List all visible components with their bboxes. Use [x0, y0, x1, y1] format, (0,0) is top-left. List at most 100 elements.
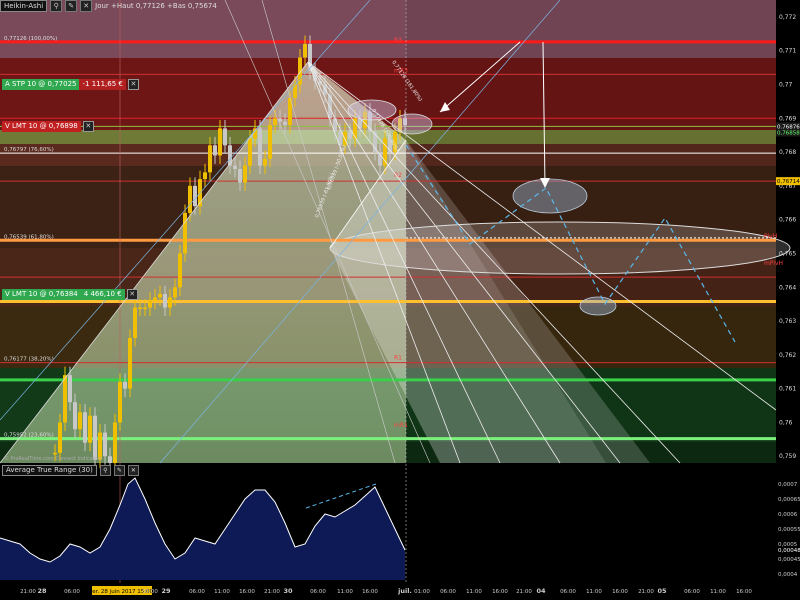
x-tick-18: 16:00: [492, 589, 508, 595]
order-tag[interactable]: V LMT 10 @ 0,76898: [2, 121, 81, 132]
x-tick-17: 11:00: [466, 589, 482, 595]
fib-label-0: 0,77126 (100,00%): [4, 36, 57, 42]
candle-body: [93, 415, 97, 460]
price-tag-2: 0,76714: [777, 179, 800, 185]
candle-body: [158, 294, 162, 298]
x-tick-13: 16:00: [362, 589, 378, 595]
pencil-icon[interactable]: ✎: [65, 0, 78, 12]
close-icon[interactable]: ✕: [127, 465, 139, 476]
atr-label[interactable]: Average True Range (30): [2, 465, 97, 476]
candle-body: [268, 125, 272, 159]
pivot-label-7: mR1: [394, 422, 408, 429]
y-tick-10: 0,762: [779, 352, 796, 359]
candle-body: [183, 212, 187, 254]
atr-tick-3: 0,00055: [778, 527, 800, 533]
magnifier-icon[interactable]: ⚲: [50, 0, 63, 12]
candle-body: [178, 253, 182, 288]
candle-body: [303, 43, 307, 58]
y-tick-9: 0,763: [779, 318, 796, 325]
candle-body: [63, 375, 67, 423]
ellipse-low: [579, 296, 617, 316]
y-tick-0: 0,772: [779, 14, 796, 21]
candle-body: [353, 118, 357, 139]
close-icon[interactable]: ✕: [82, 121, 94, 132]
x-tick-14: juil.: [397, 587, 412, 595]
candle-body: [133, 307, 137, 338]
candle-body: [143, 307, 147, 310]
x-tick-19: 21:00: [516, 589, 532, 595]
candle-body: [218, 128, 222, 156]
y-tick-7: 0,765: [779, 250, 796, 257]
candle-body: [173, 287, 177, 298]
candle-body: [123, 381, 127, 389]
candle-body: [243, 165, 247, 183]
order-line[interactable]: A STP 10 @ 0,77025 -1 111,65 € ✕: [2, 79, 139, 90]
ellipse-top-2: [391, 113, 433, 135]
atr-tick-1: 0,00065: [778, 497, 800, 503]
candle-body: [138, 307, 142, 310]
fib-label-4: 0,76177 (38,20%): [4, 357, 54, 363]
candle-body: [348, 131, 352, 139]
x-tick-7: 11:00: [214, 589, 230, 595]
candle-body: [263, 158, 267, 166]
pivot-label-5: mPivH: [764, 260, 783, 267]
x-tick-20: 04: [536, 587, 546, 595]
x-tick-28: 16:00: [736, 589, 752, 595]
order-pnl: -1 111,65 €: [79, 79, 126, 90]
chart-header: Heikin-Ashi ⚲ ✎ ✕ Jour +Haut 0,77126 +Ba…: [0, 0, 217, 12]
order-pnl: 4 466,10 €: [80, 289, 125, 300]
x-tick-8: 16:00: [239, 589, 255, 595]
order-line[interactable]: V LMT 10 @ 0,76898 ✕: [2, 121, 94, 132]
candle-body: [108, 456, 112, 463]
x-tick-23: 16:00: [612, 589, 628, 595]
candle-body: [73, 402, 77, 430]
atr-tick-5: 0,00045: [778, 557, 800, 563]
atr-header: Average True Range (30) ⚲ ✎ ✕: [2, 465, 139, 476]
fib-label-1: 0,76797 (76,60%): [4, 147, 54, 153]
x-tick-0: 21:00: [20, 589, 36, 595]
candle-body: [208, 145, 212, 173]
candle-body: [233, 165, 237, 169]
copyright-text: © ProRealTime.com Connect Indicators: [4, 455, 103, 462]
x-tick-15: 01:00: [414, 589, 430, 595]
x-tick-21: 06:00: [560, 589, 576, 595]
price-tag-1: 0,76858: [777, 130, 800, 136]
candle-body: [188, 185, 192, 213]
magnifier-icon[interactable]: ⚲: [99, 465, 111, 476]
y-tick-3: 0,769: [779, 115, 796, 122]
x-tick-11: 06:00: [310, 589, 326, 595]
candle-body: [258, 128, 262, 166]
close-icon[interactable]: ✕: [127, 79, 139, 90]
candle-body: [253, 128, 257, 139]
x-tick-6: 06:00: [189, 589, 205, 595]
y-tick-12: 0,76: [779, 419, 793, 426]
atr-tick-0: 0,0007: [778, 482, 798, 488]
instrument-label[interactable]: Heikin-Ashi: [0, 0, 48, 12]
order-tag[interactable]: A STP 10 @ 0,77025: [2, 79, 80, 90]
x-tick-4: 00:00: [142, 589, 158, 595]
atr-tick-6: 0,0004: [778, 572, 798, 578]
pivot-label-4: PivH: [764, 233, 777, 240]
pencil-icon[interactable]: ✎: [113, 465, 125, 476]
atr-current-label: 0,00048: [778, 548, 800, 554]
order-line[interactable]: V LMT 10 @ 0,76384 4 466,10 € ✕: [2, 289, 138, 300]
candle-body: [193, 185, 197, 207]
price-chart[interactable]: 0,77126 (100,00%) 0,76797 (76,60%) 0,76539…: [0, 0, 800, 600]
x-tick-22: 11:00: [586, 589, 602, 595]
candle-body: [328, 94, 332, 119]
candle-body: [223, 128, 227, 146]
price-axis: [776, 0, 800, 600]
candle-body: [273, 118, 277, 126]
x-tick-25: 05: [657, 587, 667, 595]
candle-body: [168, 297, 172, 308]
close-icon[interactable]: ✕: [80, 0, 93, 12]
candle-body: [58, 422, 62, 453]
candle-body: [163, 294, 167, 308]
order-tag[interactable]: V LMT 10 @ 0,76384: [2, 289, 81, 300]
y-tick-2: 0,77: [779, 81, 793, 88]
y-tick-4: 0,768: [779, 149, 796, 156]
y-tick-11: 0,761: [779, 386, 796, 393]
candle-body: [53, 452, 57, 455]
candle-body: [78, 412, 82, 430]
close-icon[interactable]: ✕: [126, 289, 138, 300]
